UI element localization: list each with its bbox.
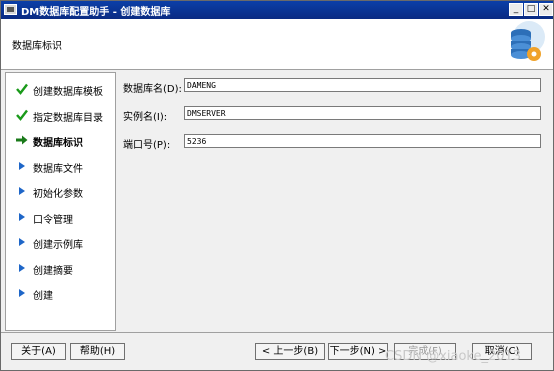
title-bar[interactable]: DM数据库配置助手 - 创建数据库 _ □ ✕	[1, 1, 553, 19]
step-label: 创建示例库	[33, 240, 83, 251]
help-button[interactable]: 帮助(H)	[70, 343, 125, 360]
bullet-icon	[19, 264, 25, 272]
step-label: 创建数据库模板	[33, 87, 103, 98]
port-label: 端口号(P):	[123, 140, 171, 151]
page-title: 数据库标识	[12, 41, 62, 52]
step-label: 创建摘要	[33, 266, 73, 277]
app-window: DM数据库配置助手 - 创建数据库 _ □ ✕ 数据库标识 创建数据库模板 指定…	[0, 0, 554, 371]
step-item-init-params: 初始化参数	[6, 182, 114, 200]
wizard-header: 数据库标识	[1, 19, 553, 70]
wizard-steps-panel: 创建数据库模板 指定数据库目录 数据库标识 数据库文件 初始化参数 口令管理 创…	[5, 72, 116, 331]
step-label: 数据库文件	[33, 164, 83, 175]
bullet-icon	[19, 162, 25, 170]
arrow-right-icon	[16, 135, 28, 145]
step-item-sample-db: 创建示例库	[6, 233, 114, 251]
step-item-template: 创建数据库模板	[6, 80, 114, 98]
bullet-icon	[19, 289, 25, 297]
db-name-input[interactable]: DAMENG	[184, 78, 541, 92]
step-item-files: 数据库文件	[6, 157, 114, 175]
about-button[interactable]: 关于(A)	[11, 343, 66, 360]
app-icon	[4, 4, 17, 15]
port-row: 端口号(P): 5236	[123, 134, 548, 151]
check-icon	[16, 83, 28, 95]
maximize-button[interactable]: □	[524, 3, 538, 16]
database-logo-icon	[511, 21, 545, 61]
step-item-identifier: 数据库标识	[6, 131, 114, 149]
step-label: 创建	[33, 291, 53, 302]
step-item-directory: 指定数据库目录	[6, 106, 114, 124]
watermark-text: CSDN @xiaoke_2013	[385, 349, 522, 364]
step-item-create: 创建	[6, 284, 114, 302]
minimize-button[interactable]: _	[509, 3, 523, 16]
instance-name-row: 实例名(I): DMSERVER	[123, 106, 548, 123]
check-icon	[16, 109, 28, 121]
identifier-form: 数据库名(D): DAMENG 实例名(I): DMSERVER 端口号(P):…	[118, 72, 551, 329]
prev-button[interactable]: < 上一步(B)	[255, 343, 325, 360]
button-bar: 关于(A) 帮助(H) < 上一步(B) 下一步(N) > 完成(F) 取消(C…	[1, 332, 553, 370]
db-name-row: 数据库名(D): DAMENG	[123, 78, 548, 95]
bullet-icon	[19, 213, 25, 221]
port-input[interactable]: 5236	[184, 134, 541, 148]
step-label: 数据库标识	[33, 138, 83, 149]
step-label: 初始化参数	[33, 189, 83, 200]
instance-name-input[interactable]: DMSERVER	[184, 106, 541, 120]
step-label: 口令管理	[33, 215, 73, 226]
window-title: DM数据库配置助手 - 创建数据库	[21, 7, 171, 18]
close-button[interactable]: ✕	[539, 3, 553, 16]
bullet-icon	[19, 238, 25, 246]
db-name-label: 数据库名(D):	[123, 84, 182, 95]
step-label: 指定数据库目录	[33, 113, 103, 124]
instance-name-label: 实例名(I):	[123, 112, 168, 123]
step-item-password: 口令管理	[6, 208, 114, 226]
bullet-icon	[19, 187, 25, 195]
step-item-summary: 创建摘要	[6, 259, 114, 277]
next-button[interactable]: 下一步(N) >	[328, 343, 388, 360]
